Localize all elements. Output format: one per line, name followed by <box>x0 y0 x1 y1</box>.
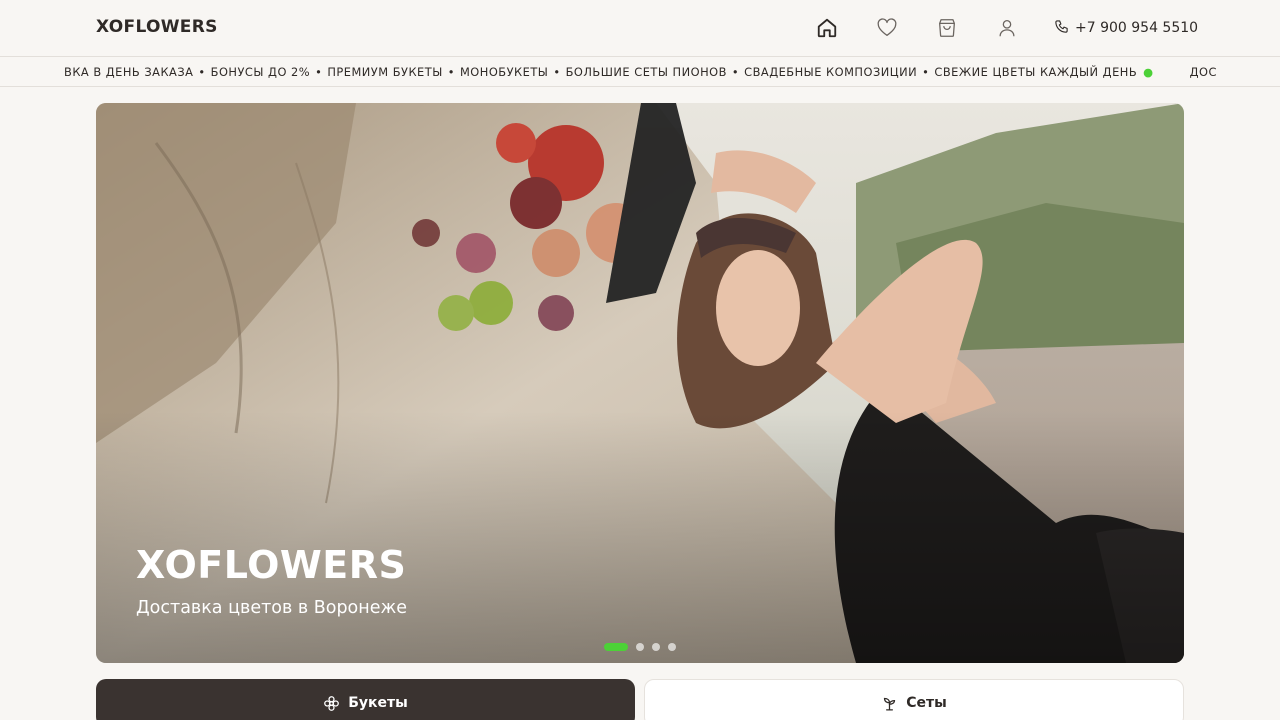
ticker-item: БОНУСЫ ДО 2% <box>210 65 311 79</box>
ticker-item: СВЕЖИЕ ЦВЕТЫ КАЖДЫЙ ДЕНЬ <box>934 65 1138 79</box>
ticker-item: БОЛЬШИЕ СЕТЫ ПИОНОВ <box>565 65 727 79</box>
phone-number: +7 900 954 5510 <box>1075 20 1199 36</box>
ticker-separator: • <box>315 65 323 79</box>
ticker-item: ДОСТАВКА <box>1189 65 1216 79</box>
hero-slider[interactable]: XOFLOWERS Доставка цветов в Воронеже <box>96 103 1184 663</box>
logo[interactable]: XOFLOWERS <box>96 17 218 37</box>
home-icon[interactable] <box>815 16 839 40</box>
promo-ticker: ВКА В ДЕНЬ ЗАКАЗА • БОНУСЫ ДО 2% • ПРЕМИУМ Б… <box>0 58 1280 87</box>
ticker-item: СВАДЕБНЫЕ КОМПОЗИЦИИ <box>744 65 918 79</box>
cart-icon[interactable] <box>935 16 959 40</box>
tab-sets-label: Сеты <box>906 695 947 711</box>
ticker-separator: • <box>731 65 740 79</box>
ticker-separator: • <box>198 65 206 79</box>
slider-dot[interactable] <box>668 643 676 651</box>
site-header: XOFLOWERS +7 900 954 5510 <box>0 0 1280 57</box>
flower-icon <box>323 695 340 712</box>
hero-subtitle: Доставка цветов в Воронеже <box>136 598 408 618</box>
ticker-separator: • <box>553 65 561 79</box>
ticker-separator: • <box>922 65 930 79</box>
slider-dot-active[interactable] <box>604 643 628 651</box>
slider-dot[interactable] <box>636 643 644 651</box>
slider-pagination <box>604 643 676 651</box>
tab-sets[interactable]: Сеты <box>644 679 1184 720</box>
user-icon[interactable] <box>995 16 1019 40</box>
heart-icon[interactable] <box>875 16 899 40</box>
ticker-text: ВКА В ДЕНЬ ЗАКАЗА • БОНУСЫ ДО 2% • ПРЕМИУМ Б… <box>64 65 1216 79</box>
tab-bouquets[interactable]: Букеты <box>96 679 635 720</box>
slider-dot[interactable] <box>652 643 660 651</box>
ticker-item: МОНОБУКЕТЫ <box>459 65 549 79</box>
ticker-item: ПРЕМИУМ БУКЕТЫ <box>327 65 443 79</box>
ticker-item: ВКА В ДЕНЬ ЗАКАЗА <box>64 65 194 79</box>
tab-bouquets-label: Букеты <box>348 695 408 711</box>
ticker-dot-icon: ● <box>1143 65 1154 79</box>
hero-title: XOFLOWERS <box>136 543 407 587</box>
phone-link[interactable]: +7 900 954 5510 <box>1054 18 1198 38</box>
sprout-icon <box>881 695 898 712</box>
phone-icon <box>1054 19 1069 38</box>
ticker-separator: • <box>447 65 455 79</box>
